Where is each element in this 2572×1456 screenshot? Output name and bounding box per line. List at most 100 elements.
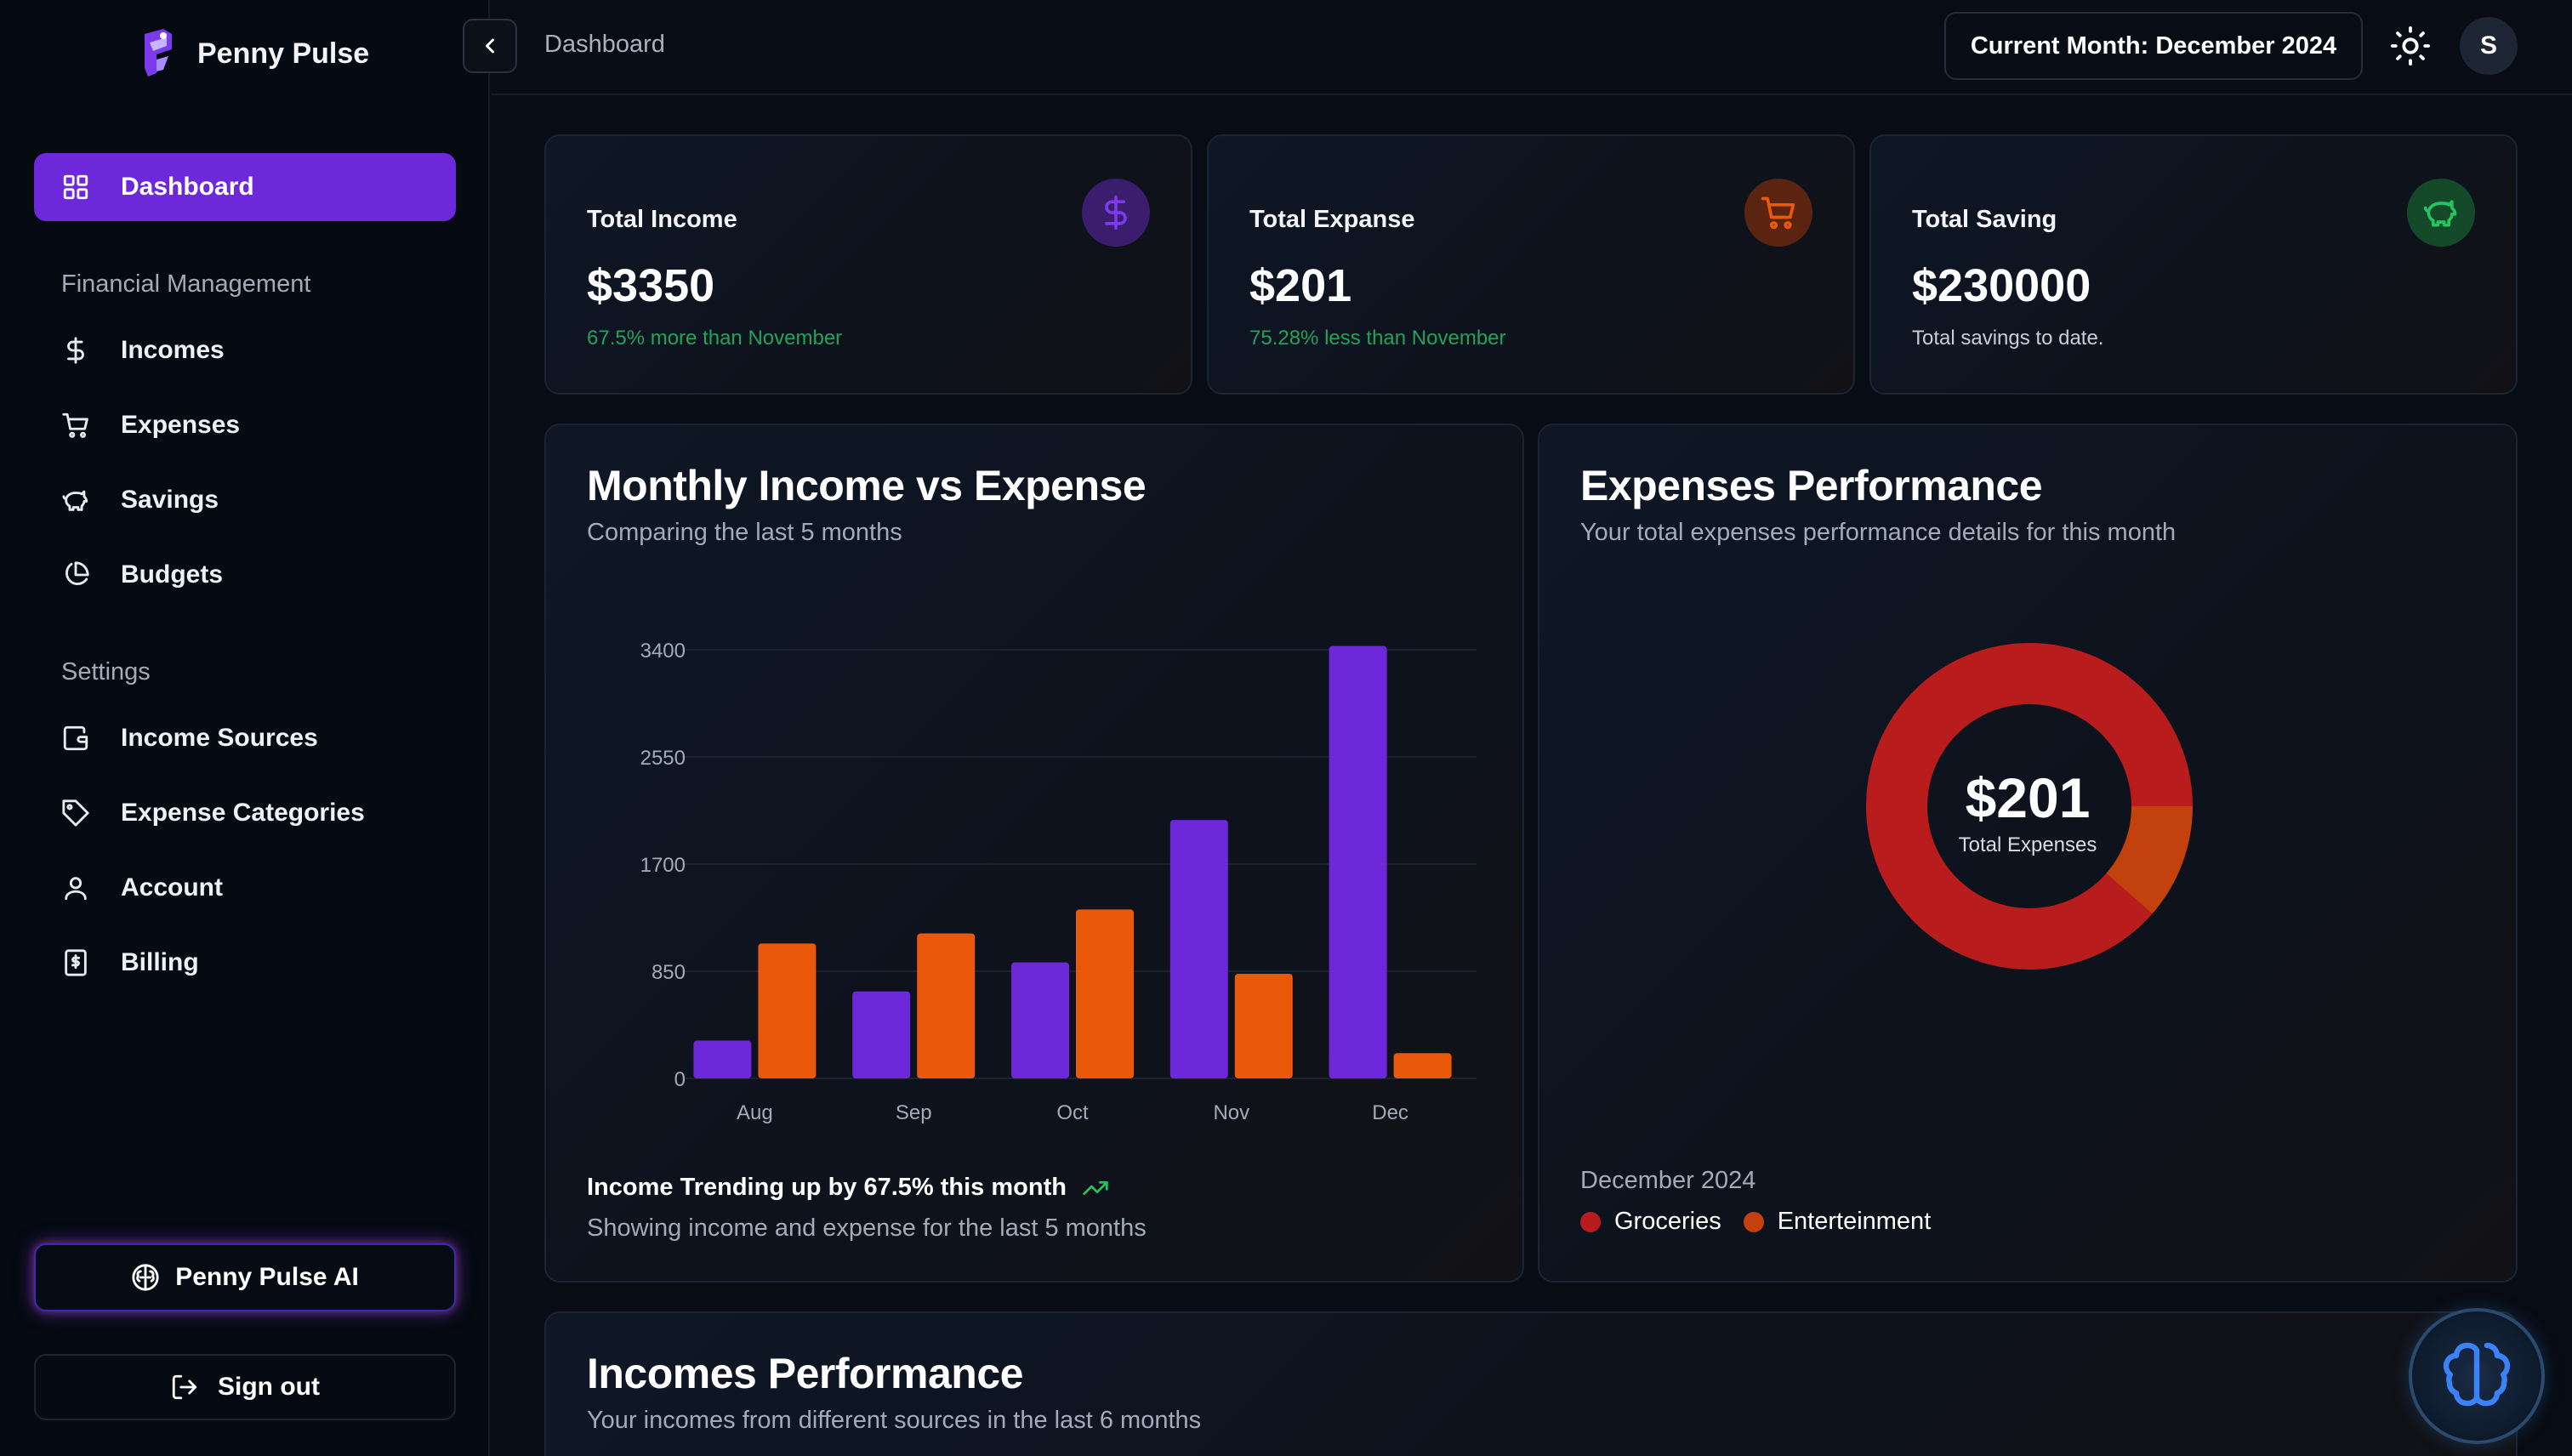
stat-subtext: 67.5% more than November — [587, 327, 843, 350]
expense-bar[interactable] — [1393, 1053, 1452, 1078]
trend-title: Income Trending up by 67.5% this month — [587, 1174, 1109, 1202]
stat-value: $230000 — [1912, 260, 2091, 311]
cart-icon — [1761, 196, 1795, 230]
income-vs-expense-card: Monthly Income vs Expense Comparing the … — [544, 424, 1524, 1283]
expense-bar[interactable] — [1076, 909, 1134, 1078]
nav-item-label: Billing — [121, 948, 199, 976]
income-bar[interactable] — [1011, 962, 1069, 1078]
brain-icon — [2443, 1342, 2511, 1407]
legend-label: Groceries — [1614, 1208, 1721, 1235]
income-bar[interactable] — [1329, 646, 1387, 1078]
cart-icon — [62, 412, 88, 438]
sun-icon — [2391, 26, 2430, 65]
ai-assistant-fab[interactable] — [2409, 1308, 2545, 1444]
trending-up-icon — [1083, 1180, 1108, 1195]
piggy-bank-icon — [62, 490, 88, 511]
nav-item-account[interactable]: Account — [61, 864, 223, 912]
nav-item-budgets[interactable]: Budgets — [61, 551, 223, 599]
section-label-settings: Settings — [61, 658, 151, 685]
stat-value: $3350 — [587, 260, 715, 311]
logout-icon — [172, 1374, 197, 1400]
panel-subtitle: Your incomes from different sources in t… — [587, 1407, 1202, 1434]
legend-item-entertainment: Enterteinment — [1743, 1208, 1932, 1236]
nav-item-expense-categories[interactable]: Expense Categories — [61, 789, 365, 837]
topbar-divider — [492, 94, 2572, 95]
breadcrumb: Dashboard — [544, 31, 665, 58]
nav-item-label: Expenses — [121, 411, 241, 439]
panel-title: Incomes Performance — [587, 1350, 1023, 1397]
dollar-icon — [67, 337, 84, 364]
stat-subtext: Total savings to date. — [1912, 327, 2104, 350]
app-logo[interactable]: Penny Pulse — [138, 26, 369, 82]
sign-out-label: Sign out — [218, 1373, 320, 1401]
stat-icon-badge — [1082, 179, 1150, 247]
expense-bar[interactable] — [917, 933, 976, 1078]
y-tick-label: 0 — [674, 1068, 686, 1091]
nav-item-label: Budgets — [121, 560, 223, 589]
pie-chart-icon — [65, 561, 89, 585]
y-tick-label: 3400 — [640, 640, 686, 663]
grid-icon — [63, 174, 88, 200]
ai-button-label: Penny Pulse AI — [175, 1263, 359, 1291]
logo-icon — [145, 29, 172, 77]
income-bar[interactable] — [852, 991, 911, 1078]
stat-subtext: 75.28% less than November — [1249, 327, 1506, 350]
penny-pulse-ai-button[interactable]: Penny Pulse AI — [34, 1243, 456, 1311]
stat-title: Total Expanse — [1249, 206, 1415, 233]
y-tick-label: 1700 — [640, 854, 686, 877]
x-tick-label: Aug — [737, 1101, 773, 1124]
nav-item-label: Incomes — [121, 336, 225, 364]
receipt-icon — [65, 949, 87, 976]
x-tick-label: Sep — [896, 1101, 932, 1124]
brain-icon — [132, 1264, 159, 1291]
y-tick-label: 2550 — [640, 747, 686, 770]
y-tick-label: 850 — [652, 961, 686, 984]
income-bar[interactable] — [1169, 820, 1228, 1078]
nav-item-income-sources[interactable]: Income Sources — [61, 714, 318, 762]
collapse-sidebar-button[interactable] — [463, 19, 517, 73]
nav-item-expenses[interactable]: Expenses — [61, 401, 240, 449]
stat-title: Total Saving — [1912, 206, 2057, 233]
chevron-left-icon — [486, 38, 494, 54]
stat-icon-badge — [2407, 179, 2475, 247]
theme-toggle-button[interactable] — [2388, 24, 2433, 68]
chart-legend: Groceries Enterteinment — [1580, 1208, 1931, 1236]
trend-subtitle: Showing income and expense for the last … — [587, 1214, 1147, 1242]
nav-item-label: Account — [121, 873, 223, 901]
piggy-bank-icon — [2423, 200, 2457, 227]
expenses-performance-card: Expenses Performance Your total expenses… — [1538, 424, 2518, 1283]
expense-bar[interactable] — [758, 943, 817, 1078]
avatar[interactable]: S — [2460, 17, 2518, 75]
sign-out-button[interactable]: Sign out — [34, 1354, 456, 1420]
x-tick-label: Nov — [1213, 1101, 1249, 1124]
user-icon — [65, 877, 87, 901]
x-tick-label: Dec — [1372, 1101, 1408, 1124]
nav-item-label: Savings — [121, 486, 219, 514]
current-month-button[interactable]: Current Month: December 2024 — [1944, 12, 2363, 80]
incomes-performance-card: Incomes Performance Your incomes from di… — [544, 1311, 2518, 1456]
dollar-icon — [1105, 195, 1127, 230]
wallet-icon — [63, 725, 88, 751]
legend-label: Enterteinment — [1777, 1208, 1932, 1235]
nav-item-billing[interactable]: Billing — [61, 939, 199, 987]
nav-item-dashboard[interactable]: Dashboard — [34, 153, 456, 221]
expense-bar[interactable] — [1234, 973, 1293, 1078]
sidebar: Penny Pulse Dashboard Financial Manageme… — [0, 0, 490, 1456]
stat-value: $201 — [1249, 260, 1352, 311]
legend-dot — [1743, 1211, 1764, 1232]
income-bar[interactable] — [693, 1040, 752, 1078]
section-label-financial: Financial Management — [61, 270, 311, 298]
nav-item-savings[interactable]: Savings — [61, 476, 219, 524]
legend-date: December 2024 — [1580, 1167, 1756, 1194]
income-expense-bar-chart: 0 850 1700 2550 3400 Aug Sep Oct Nov Dec — [640, 640, 1477, 1124]
stat-icon-badge — [1744, 179, 1812, 247]
nav-item-incomes[interactable]: Incomes — [61, 327, 225, 374]
nav-item-label: Expense Categories — [121, 799, 365, 827]
nav-item-label: Dashboard — [121, 173, 254, 201]
donut-center-value: $201 — [1965, 766, 2091, 829]
tag-icon — [62, 799, 89, 827]
stat-card-income: Total Income $3350 67.5% more than Novem… — [544, 134, 1192, 395]
stat-title: Total Income — [587, 206, 737, 233]
legend-dot — [1580, 1211, 1601, 1232]
stat-card-expense: Total Expanse $201 75.28% less than Nove… — [1207, 134, 1855, 395]
